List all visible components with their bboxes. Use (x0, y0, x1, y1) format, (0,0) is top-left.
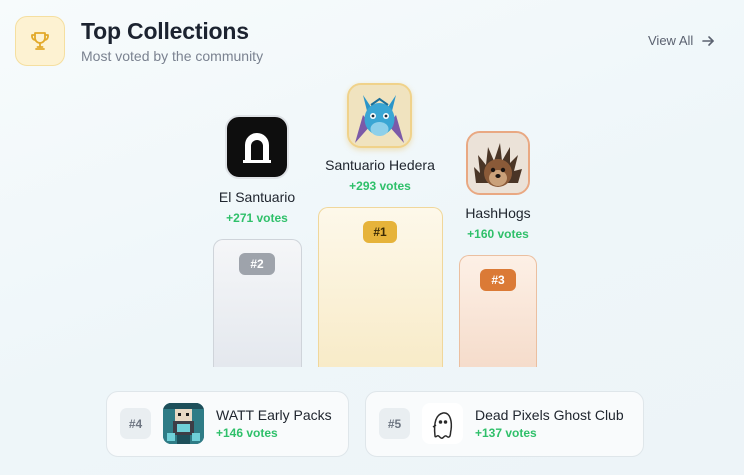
trophy-icon (31, 32, 49, 50)
section-header: Top Collections Most voted by the commun… (15, 16, 263, 66)
collection-votes: +137 votes (475, 426, 537, 440)
collection-avatar-hashhogs[interactable] (466, 131, 530, 195)
view-all-link[interactable]: View All (648, 33, 715, 48)
collection-name[interactable]: El Santuario (197, 189, 317, 205)
collection-name[interactable]: HashHogs (438, 205, 558, 221)
arrow-right-icon (702, 35, 715, 46)
collection-thumbnail (422, 403, 463, 444)
rank-badge: #4 (120, 408, 151, 439)
collection-votes: +146 votes (216, 426, 278, 440)
view-all-label: View All (648, 33, 694, 48)
collection-votes: +293 votes (349, 179, 411, 193)
hedgehog-avatar (468, 133, 528, 193)
trophy-badge (15, 16, 65, 66)
collection-votes: +271 votes (226, 211, 288, 225)
collection-name[interactable]: Santuario Hedera (310, 157, 450, 173)
page-subtitle: Most voted by the community (81, 48, 264, 64)
dragon-avatar (349, 85, 410, 146)
list-item[interactable]: #4 WATT Early Packs +146 votes (106, 391, 349, 457)
collection-avatar-el-santuario[interactable] (225, 115, 289, 179)
sanctuary-arch-icon (243, 133, 271, 163)
collection-votes: +160 votes (467, 227, 529, 241)
pixel-robot-thumb (163, 403, 204, 444)
page-title: Top Collections (81, 18, 249, 44)
rank-badge: #5 (379, 408, 410, 439)
list-item[interactable]: #5 Dead Pixels Ghost Club +137 votes (365, 391, 644, 457)
rank-badge: #1 (363, 221, 397, 243)
collection-name: Dead Pixels Ghost Club (475, 407, 624, 423)
rank-badge: #3 (480, 269, 516, 291)
collection-thumbnail (163, 403, 204, 444)
rank-badge: #2 (239, 253, 275, 275)
ghost-icon (432, 412, 453, 439)
collection-avatar-santuario-hedera[interactable] (347, 83, 412, 148)
collection-name: WATT Early Packs (216, 407, 332, 423)
